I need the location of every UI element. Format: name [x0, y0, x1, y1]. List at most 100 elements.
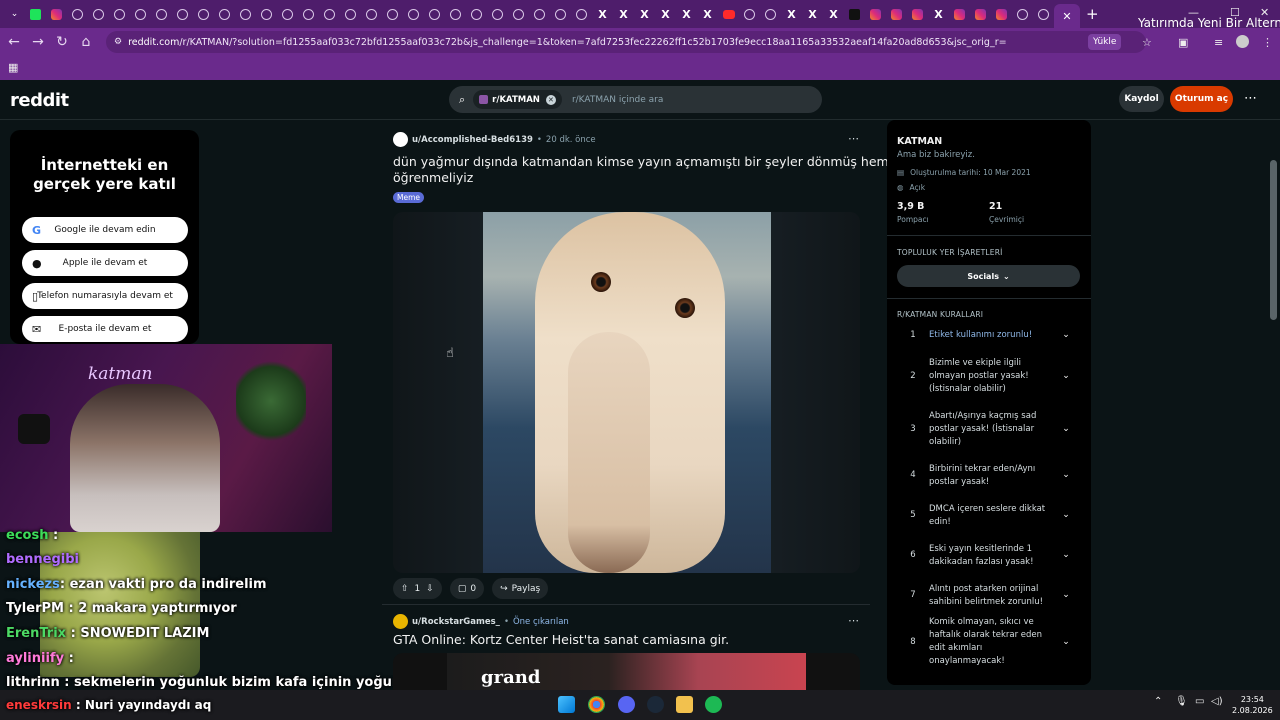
tab-active-close-icon[interactable]: ✕ — [1054, 4, 1080, 28]
tab-x[interactable]: X — [697, 5, 718, 23]
tab-globe[interactable] — [214, 5, 235, 23]
tab-globe[interactable] — [256, 5, 277, 23]
rule-item[interactable]: 8 Komik olmayan, sıkıcı ve haftalık olara… — [897, 617, 1083, 666]
chevron-down-icon[interactable]: ⌄ — [1059, 370, 1073, 383]
rule-item[interactable]: 7 Alıntı post atarken orijinal sahibini b… — [897, 582, 1083, 609]
tab-instagram[interactable] — [865, 5, 886, 23]
more-options-icon[interactable]: ⋯ — [1244, 91, 1257, 106]
volume-icon[interactable]: ◁) — [1211, 696, 1223, 707]
rule-item[interactable]: 3 Abartı/Aşırıya kaçmış sad postlar yasak… — [897, 409, 1083, 449]
tab-globe[interactable] — [361, 5, 382, 23]
chrome-icon[interactable] — [588, 696, 605, 713]
post-author[interactable]: u/Accomplished-Bed6139 — [412, 135, 533, 145]
scrollbar-thumb[interactable] — [1270, 160, 1277, 320]
rule-item[interactable]: 1 Etiket kullanımı zorunlu! ⌄ — [897, 329, 1083, 342]
author-avatar[interactable] — [393, 614, 408, 629]
vote-bar[interactable]: ⇧ 1 ⇩ — [393, 578, 442, 599]
chevron-down-icon[interactable]: ⌄ — [1059, 423, 1073, 436]
chevron-down-icon[interactable]: ⌄ — [1059, 589, 1073, 602]
reload-icon[interactable]: ↻ — [50, 34, 74, 50]
google-button[interactable]: G Google ile devam edin — [22, 217, 188, 243]
forward-icon[interactable]: → — [26, 34, 50, 50]
share-button[interactable]: ↪ Paylaş — [492, 578, 549, 599]
tab-globe[interactable] — [445, 5, 466, 23]
post-flair[interactable]: Meme — [393, 192, 425, 203]
tab-globe[interactable] — [67, 5, 88, 23]
tab-globe[interactable] — [760, 5, 781, 23]
chevron-down-icon[interactable]: ⌄ — [1059, 509, 1073, 522]
tab-globe[interactable] — [424, 5, 445, 23]
tab-globe[interactable] — [130, 5, 151, 23]
tab-kick[interactable] — [25, 5, 46, 23]
tab-globe[interactable] — [88, 5, 109, 23]
tab-youtube[interactable] — [718, 5, 739, 23]
tab-x[interactable]: X — [592, 5, 613, 23]
tab-tiktok[interactable] — [844, 5, 865, 23]
downloads-icon[interactable]: ≡ — [1214, 36, 1223, 49]
tab-globe[interactable] — [529, 5, 550, 23]
tab-instagram[interactable] — [949, 5, 970, 23]
tab-x[interactable]: X — [928, 5, 949, 23]
tray-chevron-icon[interactable]: ⌃ — [1154, 696, 1162, 707]
tab-globe[interactable] — [1033, 5, 1054, 23]
tab-instagram[interactable] — [886, 5, 907, 23]
tab-globe[interactable] — [1012, 5, 1033, 23]
system-clock[interactable]: 23:54 2.08.2026 — [1232, 694, 1273, 716]
browser-menu-icon[interactable]: ⋮ — [1262, 36, 1273, 49]
post-title[interactable]: dün yağmur dışında katmandan kimse yayın… — [393, 154, 904, 186]
comments-button[interactable]: ▢ 0 — [449, 578, 485, 599]
url-field[interactable]: ⚙ reddit.com/r/KATMAN/?solution=fd1255aa… — [106, 31, 1146, 53]
tab-globe[interactable] — [172, 5, 193, 23]
post-title[interactable]: GTA Online: Kortz Center Heist'ta sanat … — [393, 632, 729, 648]
steam-icon[interactable] — [647, 696, 664, 713]
discord-icon[interactable] — [618, 696, 635, 713]
chevron-down-icon[interactable]: ⌄ — [1059, 469, 1073, 482]
tab-globe[interactable] — [382, 5, 403, 23]
rule-item[interactable]: 2 Bizimle ve ekiple ilgili olmayan postla… — [897, 356, 1083, 396]
socials-button[interactable]: Socials ⌄ — [897, 265, 1080, 287]
close-window-icon[interactable]: ✕ — [1260, 6, 1269, 19]
minimize-icon[interactable]: — — [1188, 6, 1199, 19]
signup-button[interactable]: Kaydol — [1119, 86, 1164, 112]
tab-instagram[interactable] — [46, 5, 67, 23]
tab-x[interactable]: X — [613, 5, 634, 23]
tab-globe[interactable] — [319, 5, 340, 23]
apple-button[interactable]: ● Apple ile devam et — [22, 250, 188, 276]
tab-globe[interactable] — [109, 5, 130, 23]
tab-globe[interactable] — [193, 5, 214, 23]
post-image[interactable]: grand — [393, 653, 860, 693]
tab-globe[interactable] — [466, 5, 487, 23]
tab-instagram[interactable] — [970, 5, 991, 23]
downvote-icon[interactable]: ⇩ — [426, 584, 434, 594]
home-icon[interactable]: ⌂ — [74, 34, 98, 50]
tab-globe[interactable] — [235, 5, 256, 23]
tab-globe[interactable] — [550, 5, 571, 23]
spotify-icon[interactable] — [705, 696, 722, 713]
reddit-logo[interactable]: reddit — [10, 90, 69, 111]
tab-globe[interactable] — [739, 5, 760, 23]
tab-x[interactable]: X — [823, 5, 844, 23]
phone-button[interactable]: ▯ Telefon numarasıyla devam et — [22, 283, 188, 309]
login-button[interactable]: Oturum aç — [1170, 86, 1233, 112]
new-tab-button[interactable]: + — [1086, 5, 1099, 23]
post-image[interactable] — [393, 212, 860, 573]
author-avatar[interactable] — [393, 132, 408, 147]
tab-globe[interactable] — [277, 5, 298, 23]
chevron-down-icon[interactable]: ⌄ — [1059, 549, 1073, 562]
chevron-down-icon[interactable]: ⌄ — [1059, 329, 1073, 342]
upvote-icon[interactable]: ⇧ — [401, 584, 409, 594]
monitor-icon[interactable]: ▭ — [1195, 696, 1204, 707]
load-button[interactable]: Yükle — [1088, 34, 1122, 50]
tab-globe[interactable] — [487, 5, 508, 23]
tab-x[interactable]: X — [655, 5, 676, 23]
mic-icon[interactable]: 🎙 — [1175, 696, 1188, 707]
rule-item[interactable]: 5 DMCA içeren seslere dikkat edin! ⌄ — [897, 502, 1083, 529]
star-icon[interactable]: ☆ — [1142, 36, 1152, 49]
chip-close-icon[interactable]: ✕ — [545, 94, 556, 105]
tab-x[interactable]: X — [781, 5, 802, 23]
folder-icon[interactable] — [676, 696, 693, 713]
tab-globe[interactable] — [340, 5, 361, 23]
tab-x[interactable]: X — [676, 5, 697, 23]
tab-search-icon[interactable]: ⌄ — [4, 5, 25, 23]
site-info-icon[interactable]: ⚙ — [114, 37, 122, 47]
